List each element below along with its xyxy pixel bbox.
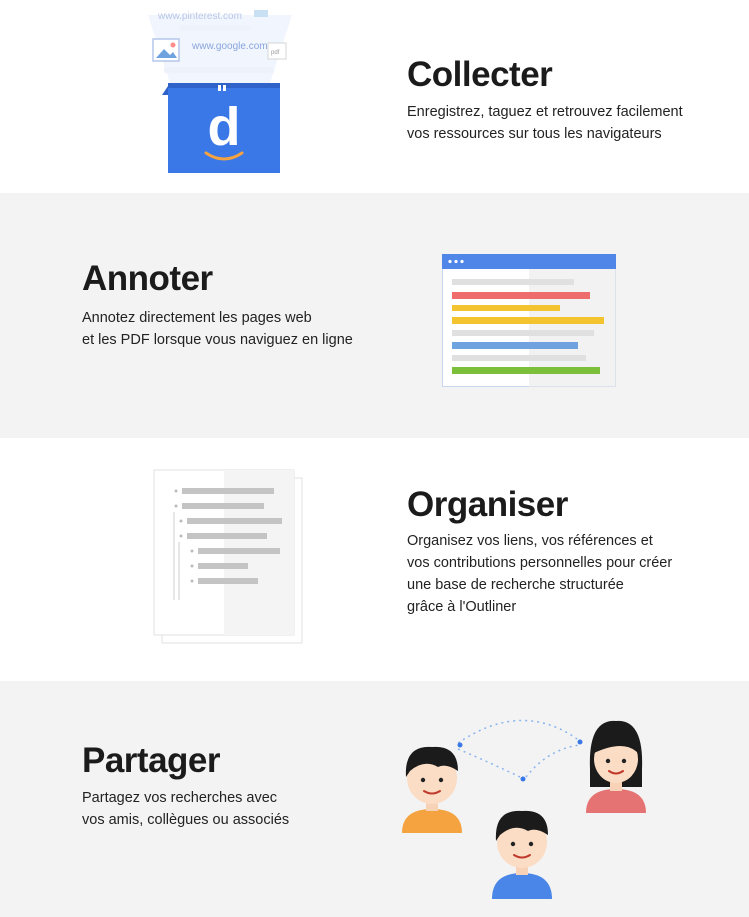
share-line-2: vos amis, collègues ou associés [82, 812, 290, 828]
highlight-red [452, 292, 590, 299]
svg-text:pdf: pdf [271, 50, 280, 56]
share-line-1: Partagez vos recherches avec [82, 790, 278, 806]
url-pinterest: www.pinterest.com [157, 11, 242, 22]
outliner-document-illustration [153, 469, 303, 644]
url-google: www.google.com [191, 41, 268, 52]
organize-line-4: grâce à l'Outliner [407, 599, 517, 615]
annotate-line-1: Annotez directement les pages web [82, 310, 312, 326]
collect-line-2: vos ressources sur tous les navigateurs [407, 126, 662, 142]
browser-window-illustration [442, 254, 616, 387]
box-logo-letter: d [208, 97, 241, 157]
organize-title: Organiser [407, 485, 568, 524]
collect-description: Enregistrez, taguez et retrouvez facilem… [407, 101, 683, 145]
annotate-description: Annotez directement les pages web et les… [82, 307, 353, 351]
annotate-section: Annoter Annotez directement les pages we… [0, 193, 749, 438]
collect-title: Collecter [407, 55, 553, 94]
person-orange-avatar [402, 746, 462, 833]
share-section: Partager Partagez vos recherches avec vo… [0, 681, 749, 917]
organize-line-3: une base de recherche structurée [407, 577, 624, 593]
browser-titlebar [442, 254, 616, 269]
collect-line-1: Enregistrez, taguez et retrouvez facilem… [407, 104, 683, 120]
share-title: Partager [82, 741, 221, 780]
highlight-blue [452, 342, 578, 349]
collect-box-illustration: www.pinterest.com www.google.com pdf d [148, 10, 292, 173]
person-blue-avatar [492, 810, 552, 899]
sharing-people-illustration [402, 719, 646, 899]
organize-line-2: vos contributions personnelles pour crée… [407, 555, 673, 571]
share-description: Partagez vos recherches avec vos amis, c… [82, 787, 289, 831]
organize-line-1: Organisez vos liens, vos références et [407, 533, 653, 549]
organize-section: Organiser Organisez vos liens, vos référ… [0, 438, 749, 681]
highlight-green [452, 367, 600, 374]
organize-description: Organisez vos liens, vos références et v… [407, 530, 672, 618]
collect-section: www.pinterest.com www.google.com pdf d C… [0, 0, 749, 193]
person-pink-avatar [586, 720, 646, 813]
highlight-yellow-2 [452, 317, 604, 324]
annotate-line-2: et les PDF lorsque vous naviguez en lign… [82, 332, 353, 348]
highlight-yellow-1 [452, 305, 560, 311]
annotate-title: Annoter [82, 259, 213, 298]
